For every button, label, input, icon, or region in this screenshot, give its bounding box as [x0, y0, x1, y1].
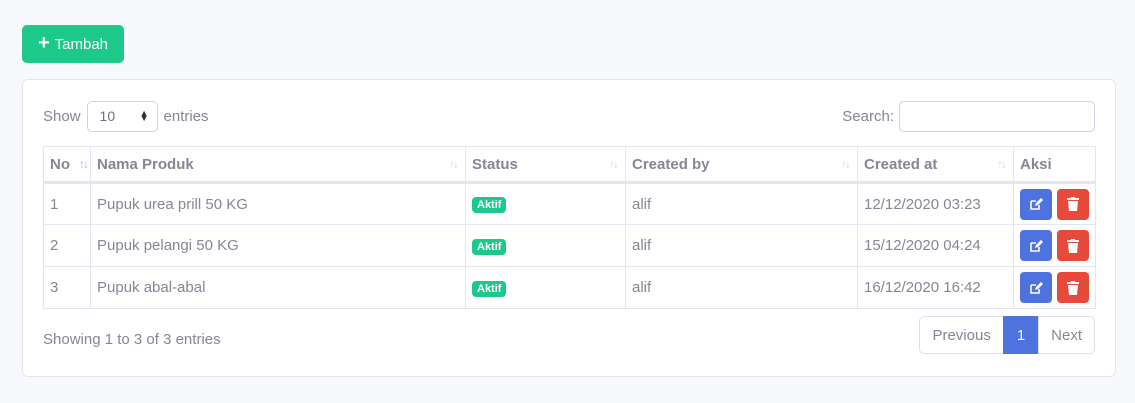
search-label: Search:	[842, 107, 894, 125]
table-row: 1 Pupuk urea prill 50 KG Aktif alif 12/1…	[43, 182, 1096, 225]
cell-created-by: alif	[625, 224, 858, 267]
trash-icon	[1067, 238, 1079, 253]
search-input[interactable]	[899, 100, 1095, 132]
cell-name: Pupuk abal-abal	[90, 266, 466, 309]
cell-created-at: 12/12/2020 03:23	[857, 182, 1014, 225]
column-header-status[interactable]: Status ↑↓	[465, 146, 626, 184]
cell-status: Aktif	[465, 266, 626, 309]
status-badge: Aktif	[472, 280, 507, 297]
sort-icon: ↑↓	[841, 157, 851, 171]
show-label: Show	[43, 107, 81, 125]
cell-created-at: 15/12/2020 04:24	[857, 224, 1014, 267]
column-header-created-at[interactable]: Created at ↑↓	[857, 146, 1014, 184]
delete-button[interactable]	[1057, 188, 1089, 220]
previous-button[interactable]: Previous	[919, 316, 1004, 354]
cell-created-by: alif	[625, 266, 858, 309]
status-badge: Aktif	[472, 238, 507, 255]
delete-button[interactable]	[1057, 272, 1089, 303]
table-row: 3 Pupuk abal-abal Aktif alif 16/12/2020 …	[43, 266, 1096, 309]
cell-status: Aktif	[465, 182, 626, 225]
cell-no: 1	[43, 182, 91, 225]
edit-icon	[1030, 281, 1043, 294]
sort-icon: ↑↓	[449, 157, 459, 171]
column-header-created-by[interactable]: Created by ↑↓	[625, 146, 858, 184]
sort-icon: ↑↓	[79, 157, 89, 171]
trash-icon	[1067, 197, 1079, 211]
cell-no: 3	[43, 266, 91, 309]
cell-name: Pupuk urea prill 50 KG	[90, 182, 466, 225]
edit-icon	[1030, 198, 1043, 210]
table-card: Show 10 ▲ ▼ entries Search: No ↑↓ Nama Pro…	[22, 79, 1116, 377]
status-badge: Aktif	[472, 197, 507, 213]
plus-icon: +	[37, 32, 50, 54]
edit-button[interactable]	[1020, 230, 1052, 261]
entries-length: Show 10 ▲ ▼ entries	[43, 100, 209, 132]
product-table: No ↑↓ Nama Produk ↑↓ Status ↑↓ Created by ↑↓…	[43, 146, 1096, 309]
table-controls: Show 10 ▲ ▼ entries Search:	[43, 100, 1095, 132]
edit-button[interactable]	[1020, 272, 1052, 303]
page-1-button[interactable]: 1	[1002, 316, 1040, 354]
edit-button[interactable]	[1020, 188, 1052, 220]
cell-status: Aktif	[465, 224, 626, 267]
cell-created-at: 16/12/2020 16:42	[857, 266, 1014, 309]
add-button[interactable]: + Tambah	[22, 25, 124, 63]
column-header-aksi: Aksi	[1013, 146, 1096, 184]
column-header-nama-produk[interactable]: Nama Produk ↑↓	[90, 146, 466, 184]
trash-icon	[1067, 280, 1079, 295]
entries-label: entries	[163, 107, 209, 125]
cell-actions	[1013, 224, 1096, 267]
pagination: Previous 1 Next	[919, 316, 1095, 354]
cell-name: Pupuk pelangi 50 KG	[90, 224, 466, 267]
cell-actions	[1013, 182, 1096, 225]
edit-icon	[1030, 239, 1043, 252]
entries-select-value: 10	[99, 108, 116, 124]
sort-icon: ↑↓	[997, 157, 1007, 171]
entries-select[interactable]: 10 ▲ ▼	[86, 100, 158, 132]
delete-button[interactable]	[1057, 230, 1089, 261]
next-button[interactable]: Next	[1038, 316, 1095, 354]
search-box: Search:	[842, 100, 1095, 132]
table-row: 2 Pupuk pelangi 50 KG Aktif alif 15/12/2…	[43, 224, 1096, 267]
sort-icon: ↑↓	[609, 157, 619, 171]
select-caret-icon: ▲ ▼	[139, 108, 149, 123]
cell-created-by: alif	[625, 182, 858, 225]
cell-actions	[1013, 266, 1096, 309]
add-button-label: Tambah	[54, 35, 109, 53]
table-header-row: No ↑↓ Nama Produk ↑↓ Status ↑↓ Created by ↑↓…	[43, 146, 1096, 184]
column-header-no[interactable]: No ↑↓	[43, 146, 91, 184]
table-info: Showing 1 to 3 of 3 entries	[43, 331, 221, 348]
cell-no: 2	[43, 224, 91, 267]
